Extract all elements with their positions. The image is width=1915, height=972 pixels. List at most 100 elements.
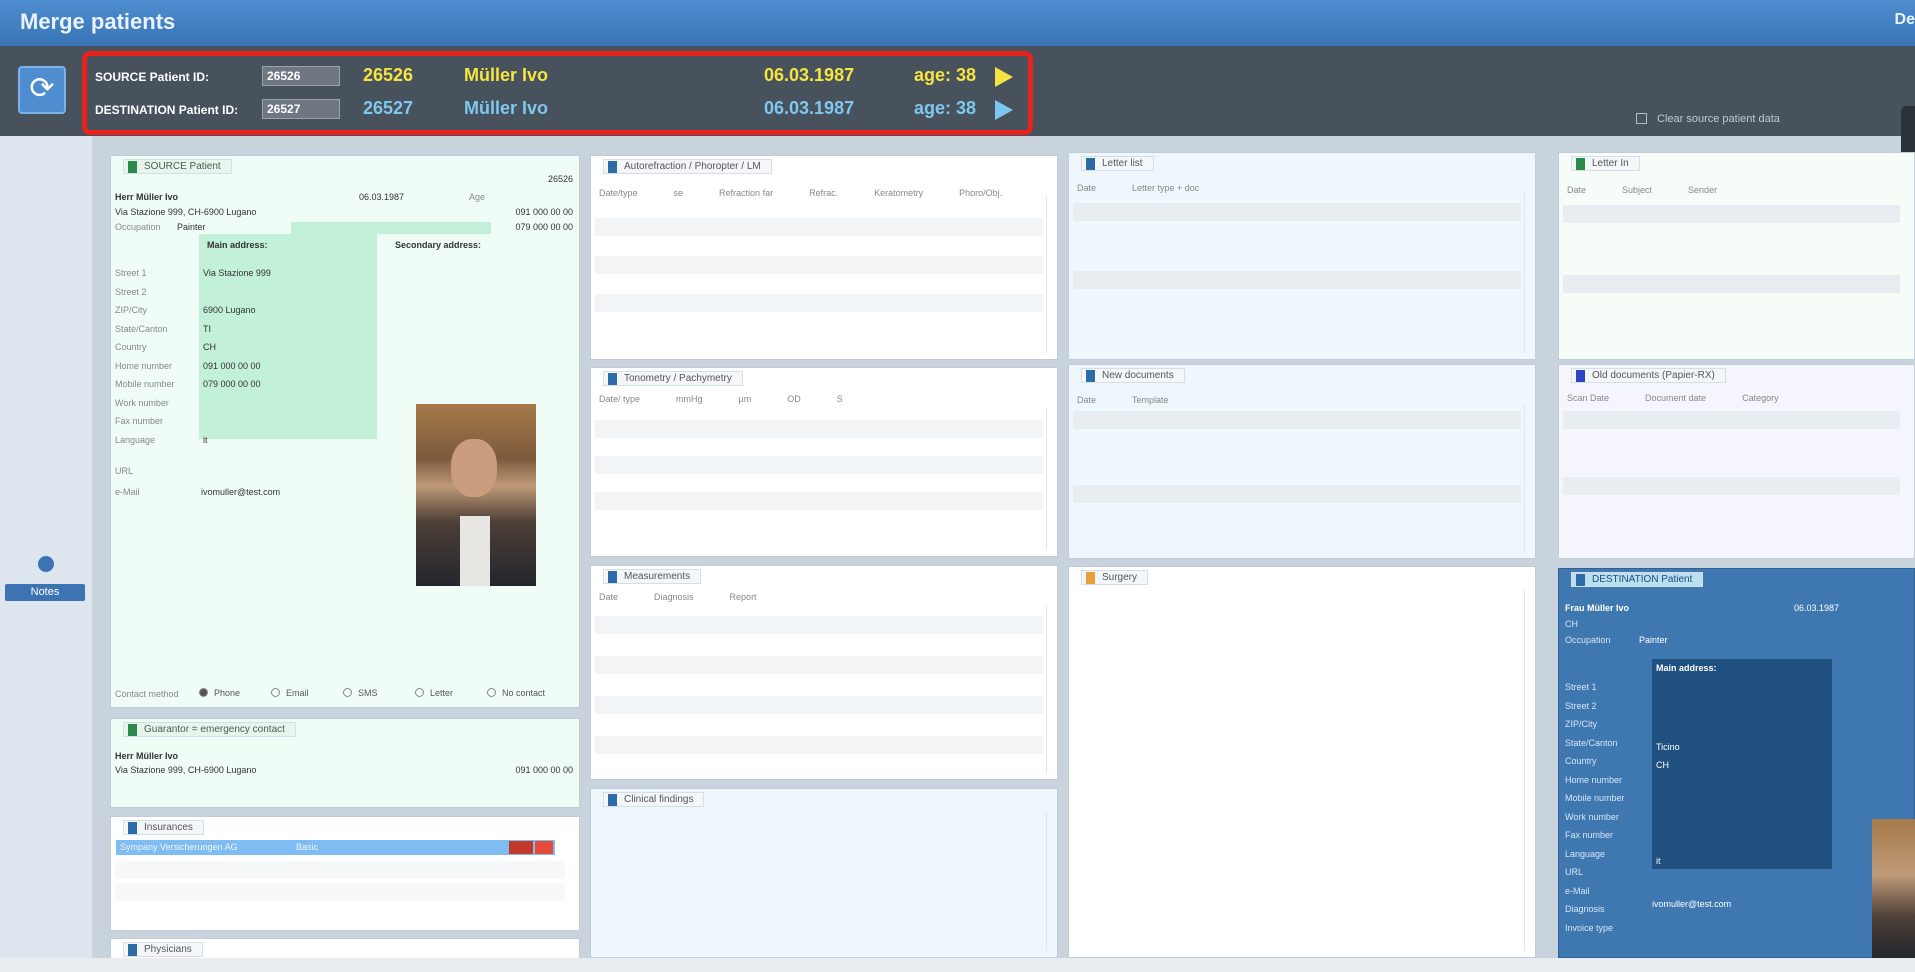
destination-field-label: Invoice type [1565, 922, 1614, 933]
clear-source-checkbox[interactable] [1636, 113, 1647, 124]
source-main-address-box [199, 234, 377, 439]
measurements-title: Measurements [603, 569, 702, 584]
source-field-label: State/Canton [115, 323, 168, 334]
notes-button[interactable]: Notes [5, 584, 85, 601]
column-header: Date [1077, 183, 1097, 193]
scrollbar[interactable] [1046, 606, 1054, 773]
radio-icon[interactable] [271, 688, 280, 697]
contact-option[interactable]: Email [271, 688, 309, 698]
destination-id-input[interactable] [262, 99, 340, 119]
source-occupation: Painter [177, 222, 206, 232]
list-row [1563, 477, 1900, 495]
column-header: Refrac. [809, 188, 839, 198]
surgery-panel: Surgery [1068, 566, 1536, 958]
source-patient-id: 26526 [547, 174, 573, 184]
destination-field-label: Diagnosis [1565, 904, 1605, 914]
list-row [1563, 205, 1900, 223]
list-row [1073, 485, 1521, 503]
column-header: Diagnosis [654, 592, 694, 602]
letter-in-panel: Letter In Date Subject Sender [1558, 152, 1915, 360]
clear-source-option[interactable]: Clear source patient data [1636, 113, 1780, 125]
insurances-panel: Insurances Sympany Versicherungen AG Bas… [110, 816, 580, 931]
insurance-name: Sympany Versicherungen AG [120, 842, 238, 852]
contact-option[interactable]: Letter [415, 688, 453, 698]
occupation-field[interactable] [291, 222, 491, 234]
window-title: Merge patients [20, 9, 176, 34]
list-row [595, 656, 1043, 674]
list-row [595, 256, 1043, 274]
insurance-edit-button[interactable] [509, 841, 533, 854]
scrollbar[interactable] [1046, 196, 1054, 353]
physicians-title: Physicians [123, 942, 203, 957]
source-patient-address: Via Stazione 999, CH-6900 Lugano [115, 207, 257, 217]
source-play-icon[interactable] [995, 67, 1013, 87]
destination-patient-panel: DESTINATION Patient Frau Müller Ivo 06.0… [1558, 568, 1915, 959]
panel-tag-icon [128, 822, 137, 834]
radio-icon[interactable] [343, 688, 352, 697]
column-header: S [836, 394, 843, 404]
contact-option[interactable]: SMS [343, 688, 378, 698]
destination-field-label: Mobile number [1565, 793, 1625, 803]
list-row [595, 420, 1043, 438]
list-row [595, 736, 1043, 754]
measurements-columns: Date Diagnosis Report [599, 592, 793, 602]
old-documents-columns: Scan Date Document date Category [1567, 393, 1815, 403]
contact-option-label: Letter [430, 688, 454, 698]
contact-option-label: Email [286, 688, 309, 698]
destination-label: DESTINATION Patient ID: [95, 103, 239, 117]
column-header: Scan Date [1567, 393, 1610, 403]
radio-icon[interactable] [199, 688, 208, 697]
tonometry-panel: Tonometry / Pachymetry Date/ type mmHg µm O… [590, 367, 1058, 557]
source-field-value: CH [203, 342, 216, 352]
radio-icon[interactable] [487, 688, 496, 697]
source-age-label: Age [469, 192, 486, 202]
destination-field-label: ZIP/City [1565, 719, 1598, 729]
radio-icon[interactable] [415, 688, 424, 697]
destination-play-icon[interactable] [995, 100, 1013, 120]
contact-option-label: No contact [502, 688, 546, 698]
guarantor-phone: 091 000 00 00 [515, 765, 573, 775]
source-age: age: 38 [914, 65, 977, 85]
clinical-findings-panel: Clinical findings [590, 788, 1058, 958]
destination-field-label: Street 2 [1565, 700, 1597, 711]
autorefraction-title: Autorefraction / Phoropter / LM [603, 159, 772, 174]
source-field-label: Street 2 [115, 286, 147, 297]
insurance-delete-button[interactable] [535, 841, 553, 854]
column-header: Phoro/Obj. [959, 188, 1003, 198]
scrollbar[interactable] [1524, 405, 1532, 552]
source-occupation-label: Occupation [115, 222, 161, 232]
column-header: Sender [1688, 185, 1718, 195]
column-header: Keratometry [874, 188, 924, 198]
scrollbar[interactable] [1046, 811, 1054, 951]
source-id-input[interactable] [262, 66, 340, 86]
guarantor-address: Via Stazione 999, CH-6900 Lugano [115, 765, 257, 775]
list-row [1073, 271, 1521, 289]
refresh-button[interactable]: ⟳ [18, 66, 66, 114]
insurance-type: Basic [296, 842, 319, 852]
panel-tag-icon [1086, 572, 1095, 584]
scrollbar[interactable] [1524, 589, 1532, 951]
new-documents-panel: New documents Date Template [1068, 364, 1536, 559]
side-panel-tab[interactable] [1901, 106, 1915, 158]
guarantor-title: Guarantor = emergency contact [123, 722, 296, 737]
scrollbar[interactable] [1524, 193, 1532, 353]
list-row [1563, 275, 1900, 293]
destination-patient-name: Frau Müller Ivo [1565, 603, 1630, 613]
column-header: Date/type [599, 188, 638, 198]
status-bar [0, 958, 1915, 972]
letter-in-title: Letter In [1571, 156, 1640, 171]
column-header: µm [738, 394, 752, 404]
source-email: ivomuller@test.com [201, 487, 281, 497]
source-field-label: Street 1 [115, 268, 147, 278]
contact-option[interactable]: Phone [199, 688, 240, 698]
insurance-row[interactable]: Sympany Versicherungen AG Basic [116, 840, 555, 855]
scrollbar[interactable] [1046, 408, 1054, 550]
clear-source-label: Clear source patient data [1657, 113, 1780, 125]
source-field-label: Home number [115, 360, 173, 371]
contact-option[interactable]: No contact [487, 688, 545, 698]
source-field-label: Language [115, 434, 156, 445]
destination-id: 26527 [363, 98, 414, 118]
list-row [595, 616, 1043, 634]
column-header: Report [729, 592, 757, 602]
column-header: se [673, 188, 684, 198]
